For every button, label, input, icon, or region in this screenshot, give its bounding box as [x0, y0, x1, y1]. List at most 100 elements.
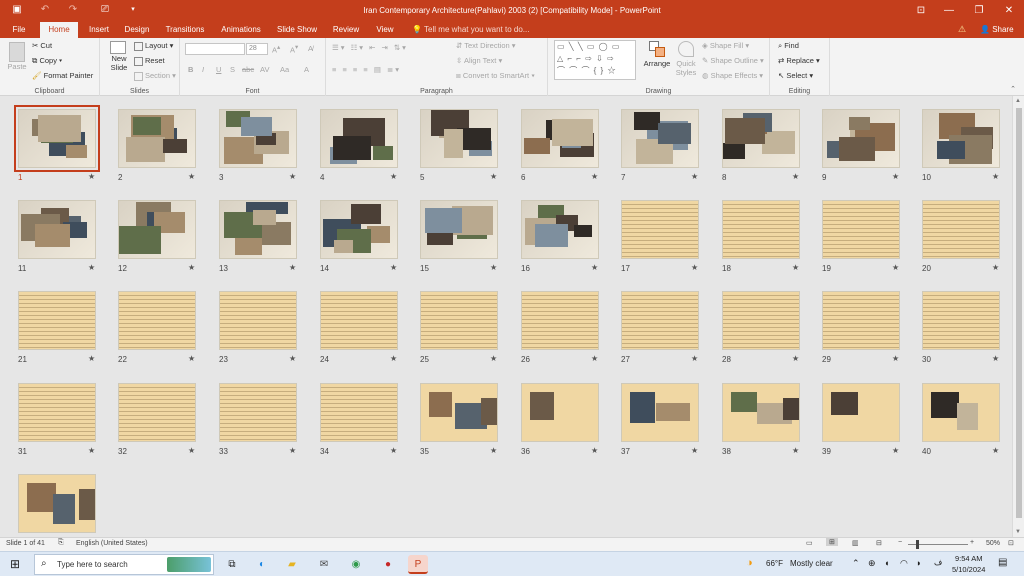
minimize-button[interactable]: —: [934, 0, 964, 22]
tab-file[interactable]: File: [6, 22, 32, 38]
notifications-icon[interactable]: ▤: [998, 557, 1007, 568]
tab-slide-show[interactable]: Slide Show: [272, 22, 322, 38]
change-case-button[interactable]: Aa: [280, 65, 289, 74]
weather-temp[interactable]: 66°F: [766, 559, 783, 568]
slide-thumbnail[interactable]: [722, 109, 800, 168]
slide-thumbnail[interactable]: [922, 109, 1000, 168]
clear-format-icon[interactable]: A̸: [308, 44, 313, 53]
slide-thumbnail[interactable]: [922, 291, 1000, 350]
slide-thumbnail[interactable]: [621, 109, 699, 168]
bold-button[interactable]: B: [188, 65, 193, 74]
arrange-button[interactable]: Arrange: [642, 41, 672, 68]
transition-star-icon[interactable]: ★: [188, 172, 195, 181]
copy-button[interactable]: ⧉ Copy ▾: [32, 56, 62, 66]
reading-view-icon[interactable]: ▥: [852, 539, 859, 547]
proofing-icon[interactable]: ⎘: [58, 539, 64, 547]
slide-thumbnail[interactable]: [420, 109, 498, 168]
language-indicator[interactable]: English (United States): [76, 540, 148, 547]
transition-star-icon[interactable]: ★: [88, 263, 95, 272]
warning-icon[interactable]: ⚠: [958, 24, 966, 35]
weather-icon[interactable]: ◑: [746, 557, 753, 569]
slide-thumbnail[interactable]: [822, 383, 900, 442]
network-icon[interactable]: ⊕: [868, 558, 876, 569]
shape-fill-button[interactable]: ◈ Shape Fill ▾: [702, 41, 749, 50]
underline-button[interactable]: U: [216, 65, 221, 74]
edge-icon[interactable]: ◐: [252, 555, 272, 574]
transition-star-icon[interactable]: ★: [188, 354, 195, 363]
transition-star-icon[interactable]: ★: [892, 263, 899, 272]
vertical-scrollbar[interactable]: ▲ ▼: [1012, 96, 1024, 537]
transition-star-icon[interactable]: ★: [691, 172, 698, 181]
slide-thumbnail[interactable]: [521, 109, 599, 168]
reset-button[interactable]: Reset: [134, 56, 165, 66]
slide-thumbnail[interactable]: [219, 200, 297, 259]
new-slide-button[interactable]: New Slide: [106, 41, 130, 72]
show-hidden-icons[interactable]: ⌃: [852, 558, 860, 569]
zoom-out-icon[interactable]: −: [898, 539, 902, 546]
slide-thumbnail[interactable]: [118, 200, 196, 259]
slide-thumbnail[interactable]: [420, 291, 498, 350]
list-buttons[interactable]: ☰▾ ☷▾ ⇤ ⇥ ⇅▾: [332, 43, 408, 52]
layout-button[interactable]: Layout ▾: [134, 41, 173, 51]
slide-thumbnail[interactable]: [420, 200, 498, 259]
restore-button[interactable]: ❐: [964, 0, 994, 22]
slide-sorter-view-icon[interactable]: ⊞: [826, 538, 838, 546]
slide-thumbnail[interactable]: [118, 291, 196, 350]
file-explorer-icon[interactable]: ▰: [282, 555, 302, 574]
transition-star-icon[interactable]: ★: [390, 263, 397, 272]
select-button[interactable]: ↖ Select ▾: [778, 71, 813, 80]
share-button[interactable]: 👤 Share: [980, 25, 1014, 34]
slide-thumbnail[interactable]: [219, 109, 297, 168]
powerpoint-icon[interactable]: P: [408, 555, 428, 574]
transition-star-icon[interactable]: ★: [390, 172, 397, 181]
transition-star-icon[interactable]: ★: [892, 172, 899, 181]
transition-star-icon[interactable]: ★: [88, 172, 95, 181]
cut-button[interactable]: ✂ Cut: [32, 41, 52, 50]
decrease-font-icon[interactable]: A▾: [290, 44, 298, 55]
align-buttons[interactable]: ≡ ≡ ≡ ≡ ▤ ≣▾: [332, 65, 401, 74]
transition-star-icon[interactable]: ★: [289, 172, 296, 181]
font-name-box[interactable]: [185, 43, 245, 55]
transition-star-icon[interactable]: ★: [289, 354, 296, 363]
text-direction-button[interactable]: ⇵ Text Direction ▾: [456, 41, 516, 50]
normal-view-icon[interactable]: ▭: [806, 539, 813, 547]
slide-thumbnail[interactable]: [219, 291, 297, 350]
tab-review[interactable]: Review: [328, 22, 364, 38]
transition-star-icon[interactable]: ★: [691, 263, 698, 272]
slide-thumbnail[interactable]: [18, 383, 96, 442]
collapse-ribbon-icon[interactable]: ⌃: [1010, 85, 1016, 93]
transition-star-icon[interactable]: ★: [88, 446, 95, 455]
clock-date[interactable]: 5/10/2024: [952, 565, 985, 574]
transition-star-icon[interactable]: ★: [289, 446, 296, 455]
wifi-icon[interactable]: ◠: [900, 558, 908, 569]
slideshow-view-icon[interactable]: ⊟: [876, 539, 882, 547]
transition-star-icon[interactable]: ★: [892, 446, 899, 455]
zoom-slider[interactable]: [908, 540, 968, 549]
media-player-icon[interactable]: ●: [378, 555, 398, 574]
zoom-in-icon[interactable]: +: [970, 539, 974, 546]
zoom-level[interactable]: 50%: [986, 540, 1000, 547]
transition-star-icon[interactable]: ★: [591, 446, 598, 455]
char-spacing-button[interactable]: AV: [260, 65, 269, 74]
scroll-thumb[interactable]: [1016, 108, 1022, 518]
transition-star-icon[interactable]: ★: [992, 172, 999, 181]
shapes-gallery[interactable]: ▭ ╲ ╲ ▭ ◯ ▭ △ ⌐ ⌐ ⇨ ⇩ ⇨ ⌒ ⌒ ⌒ { } ☆: [554, 40, 636, 80]
slide-thumbnail[interactable]: [18, 291, 96, 350]
shadow-button[interactable]: S: [230, 65, 235, 74]
speaker-icon[interactable]: ◖: [884, 558, 889, 568]
slide-thumbnail[interactable]: [320, 383, 398, 442]
slide-thumbnail[interactable]: [621, 291, 699, 350]
transition-star-icon[interactable]: ★: [490, 354, 497, 363]
font-color-button[interactable]: A: [304, 65, 309, 74]
transition-star-icon[interactable]: ★: [490, 446, 497, 455]
transition-star-icon[interactable]: ★: [88, 354, 95, 363]
weather-text[interactable]: Mostly clear: [790, 559, 833, 568]
font-size-box[interactable]: 28: [246, 43, 268, 55]
transition-star-icon[interactable]: ★: [591, 263, 598, 272]
slide-thumbnail[interactable]: [621, 383, 699, 442]
taskbar-search[interactable]: ⌕ Type here to search: [34, 554, 214, 575]
slide-thumbnail[interactable]: [722, 291, 800, 350]
transition-star-icon[interactable]: ★: [188, 446, 195, 455]
transition-star-icon[interactable]: ★: [691, 446, 698, 455]
transition-star-icon[interactable]: ★: [691, 354, 698, 363]
